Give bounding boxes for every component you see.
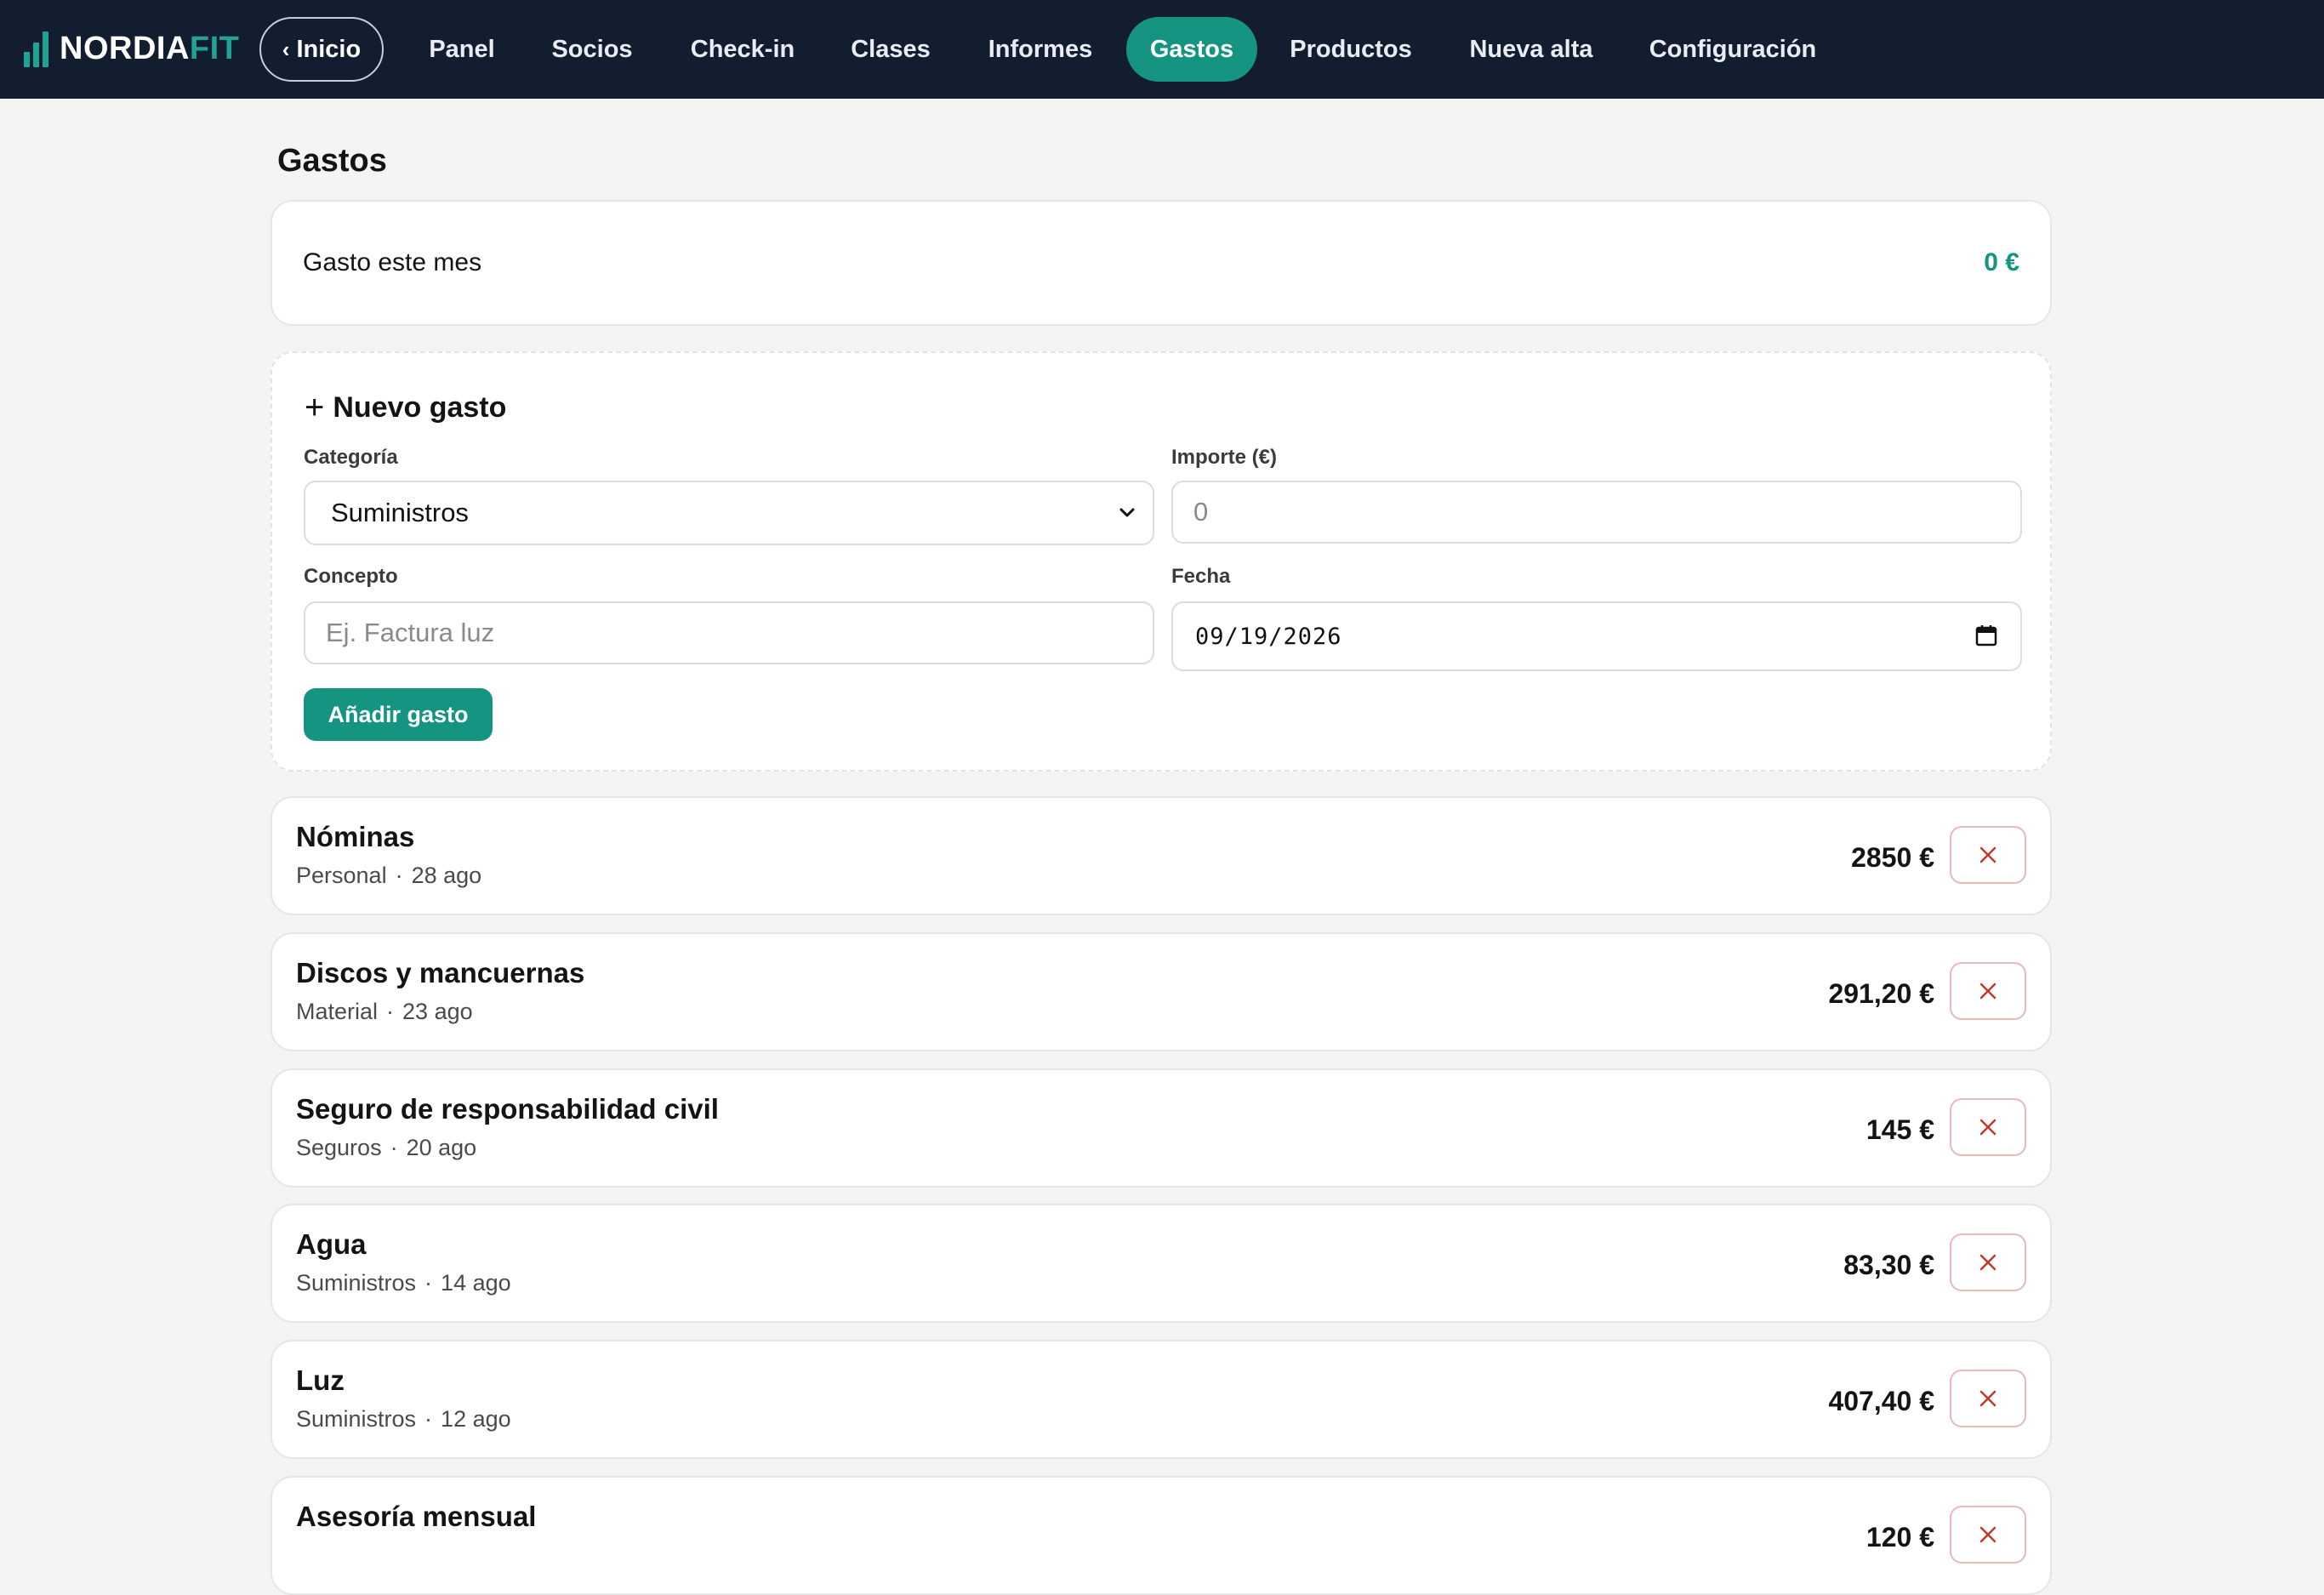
expense-amount: 83,30 € xyxy=(1843,1250,1934,1280)
expense-name: Nóminas xyxy=(296,821,415,852)
nav-item-productos[interactable]: Productos xyxy=(1278,17,1424,82)
nav-item-nueva-alta[interactable]: Nueva alta xyxy=(1456,17,1606,82)
expense-category: Suministros xyxy=(296,1406,417,1432)
brand-logo[interactable]: NORDIAFIT xyxy=(24,29,239,68)
close-icon xyxy=(1979,1119,1996,1136)
summary-label: Gasto este mes xyxy=(303,248,482,276)
meta-separator: · xyxy=(386,999,395,1024)
expense-meta: Material · 23 ago xyxy=(296,997,473,1026)
expense-name: Discos y mancuernas xyxy=(296,957,585,988)
add-expense-button[interactable]: Añadir gasto xyxy=(304,688,493,741)
expense-meta: Personal · 28 ago xyxy=(296,861,481,890)
delete-expense-button[interactable] xyxy=(1950,826,2026,884)
nav-item-gastos[interactable]: Gastos xyxy=(1126,17,1257,82)
expense-amount: 291,20 € xyxy=(1828,978,1934,1009)
expense-meta: Suministros · 12 ago xyxy=(296,1404,511,1433)
expense-date: 14 ago xyxy=(441,1270,511,1296)
plus-icon: + xyxy=(305,389,325,426)
date-input-value: 09/19/2026 xyxy=(1195,623,1342,650)
concept-input-field[interactable] xyxy=(324,617,1153,649)
expense-category: Personal xyxy=(296,863,387,888)
expense-item: Nóminas Personal · 28 ago 2850 € xyxy=(271,796,2052,915)
amount-label: Importe (€) xyxy=(1171,446,1278,469)
top-navbar: NORDIAFIT ‹ Inicio Panel Socios Check-in… xyxy=(0,0,2324,99)
meta-separator: · xyxy=(395,863,403,888)
expense-date: 12 ago xyxy=(441,1406,511,1432)
delete-expense-button[interactable] xyxy=(1950,1098,2026,1156)
delete-expense-button[interactable] xyxy=(1950,1370,2026,1427)
expense-item: Luz Suministros · 12 ago 407,40 € xyxy=(271,1340,2052,1459)
close-icon xyxy=(1979,846,1996,863)
amount-input[interactable] xyxy=(1171,481,2022,544)
expense-date: 28 ago xyxy=(411,863,482,888)
amount-input-field[interactable] xyxy=(1192,496,2020,528)
close-icon xyxy=(1979,1254,1996,1271)
meta-separator: · xyxy=(390,1135,398,1160)
concept-input[interactable] xyxy=(304,601,1154,664)
close-icon xyxy=(1979,1390,1996,1407)
close-icon xyxy=(1979,1526,1996,1543)
expense-item: Discos y mancuernas Material · 23 ago 29… xyxy=(271,932,2052,1051)
monthly-expense-summary: Gasto este mes 0 € xyxy=(271,200,2052,326)
expense-amount: 120 € xyxy=(1865,1522,1934,1552)
concept-label: Concepto xyxy=(304,565,398,588)
nav-item-clases[interactable]: Clases xyxy=(835,17,946,82)
summary-value: 0 € xyxy=(1984,248,2019,276)
date-label: Fecha xyxy=(1171,565,1231,588)
nav-home-label: Inicio xyxy=(296,35,362,63)
expense-name: Seguro de responsabilidad civil xyxy=(296,1093,719,1125)
chevron-down-icon xyxy=(1119,508,1135,517)
expense-meta: Seguros · 20 ago xyxy=(296,1133,476,1162)
expense-category: Suministros xyxy=(296,1270,417,1296)
nav-item-socios[interactable]: Socios xyxy=(534,17,650,82)
expense-amount: 145 € xyxy=(1865,1114,1934,1145)
nav-home-button[interactable]: ‹ Inicio xyxy=(259,17,384,82)
calendar-icon[interactable] xyxy=(1974,624,1998,647)
meta-separator: · xyxy=(424,1406,433,1432)
form-title-label: Nuevo gasto xyxy=(333,391,507,424)
brand-name: NORDIAFIT xyxy=(60,31,240,66)
category-select[interactable]: Suministros xyxy=(304,481,1154,545)
delete-expense-button[interactable] xyxy=(1950,962,2026,1020)
close-icon xyxy=(1979,983,1996,1000)
form-title: + Nuevo gasto xyxy=(305,389,506,426)
expense-item: Asesoría mensual 120 € xyxy=(271,1476,2052,1595)
expense-category: Seguros xyxy=(296,1135,382,1160)
expense-amount: 2850 € xyxy=(1851,842,1934,873)
expense-meta: Suministros · 14 ago xyxy=(296,1268,511,1297)
expense-category: Material xyxy=(296,999,379,1024)
expense-item: Agua Suministros · 14 ago 83,30 € xyxy=(271,1204,2052,1323)
expense-amount: 407,40 € xyxy=(1828,1386,1934,1416)
nav-item-panel[interactable]: Panel xyxy=(410,17,514,82)
chevron-left-icon: ‹ xyxy=(282,36,290,62)
category-label: Categoría xyxy=(304,446,398,469)
date-input[interactable]: 09/19/2026 xyxy=(1171,601,2022,671)
new-expense-form: + Nuevo gasto Categoría Suministros Impo… xyxy=(271,351,2052,772)
expense-name: Asesoría mensual xyxy=(296,1501,537,1532)
expense-item: Seguro de responsabilidad civil Seguros … xyxy=(271,1068,2052,1188)
nav-item-configuracion[interactable]: Configuración xyxy=(1638,17,1827,82)
expense-date: 20 ago xyxy=(406,1135,477,1160)
meta-separator: · xyxy=(424,1270,433,1296)
bar-chart-logo-icon xyxy=(24,31,48,67)
delete-expense-button[interactable] xyxy=(1950,1506,2026,1564)
category-select-value: Suministros xyxy=(331,498,469,527)
nav-item-informes[interactable]: Informes xyxy=(970,17,1111,82)
expense-name: Luz xyxy=(296,1364,345,1396)
nav-item-checkin[interactable]: Check-in xyxy=(672,17,813,82)
expense-date: 23 ago xyxy=(402,999,473,1024)
delete-expense-button[interactable] xyxy=(1950,1233,2026,1291)
page-title: Gastos xyxy=(277,143,387,179)
expense-name: Agua xyxy=(296,1228,367,1260)
